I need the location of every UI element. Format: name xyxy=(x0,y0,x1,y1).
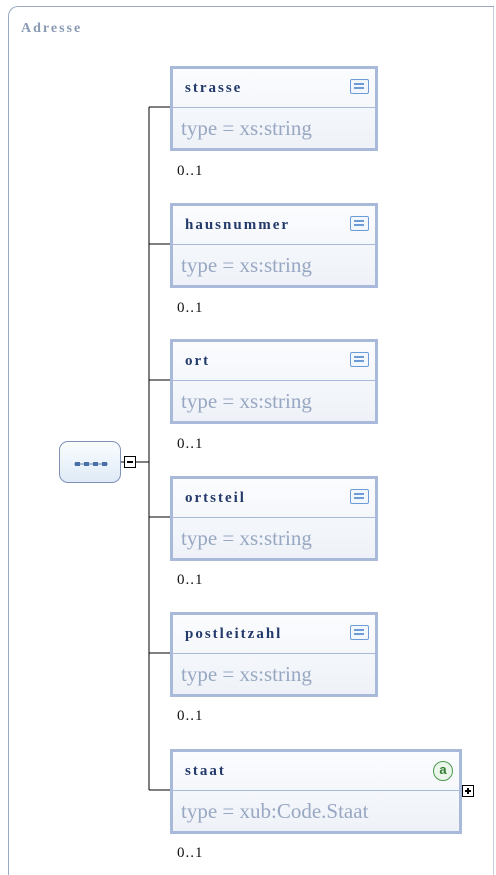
element-staat[interactable]: staat a type = xub:Code.Staat xyxy=(170,749,462,834)
element-name: hausnummer xyxy=(185,217,291,233)
cardinality-label: 0..1 xyxy=(177,708,204,724)
attribute-icon: a xyxy=(433,761,453,781)
cardinality-label: 0..1 xyxy=(177,163,204,179)
element-type: type = xs:string xyxy=(181,526,312,550)
element-name: ortsteil xyxy=(185,490,246,506)
element-header: staat a xyxy=(173,752,459,791)
minus-icon xyxy=(127,461,133,463)
element-type: type = xs:string xyxy=(181,389,312,413)
element-header: postleitzahl xyxy=(173,615,375,654)
element-postleitzahl[interactable]: postleitzahl type = xs:string xyxy=(170,612,378,697)
documentation-icon xyxy=(350,489,369,504)
documentation-icon xyxy=(350,216,369,231)
element-header: hausnummer xyxy=(173,206,375,245)
element-header: ortsteil xyxy=(173,479,375,518)
documentation-icon xyxy=(350,79,369,94)
element-ortsteil[interactable]: ortsteil type = xs:string xyxy=(170,476,378,561)
cardinality-label: 0..1 xyxy=(177,436,204,452)
documentation-icon xyxy=(350,352,369,367)
element-name: strasse xyxy=(185,80,243,96)
sequence-compositor-icon xyxy=(74,462,108,466)
element-header: ort xyxy=(173,342,375,381)
cardinality-label: 0..1 xyxy=(177,845,204,861)
collapse-sequence-button[interactable] xyxy=(124,456,136,468)
element-ort[interactable]: ort type = xs:string xyxy=(170,339,378,424)
sequence-compositor[interactable] xyxy=(59,441,121,483)
element-type: type = xub:Code.Staat xyxy=(181,799,369,823)
element-name: postleitzahl xyxy=(185,626,283,642)
cardinality-label: 0..1 xyxy=(177,572,204,588)
element-type: type = xs:string xyxy=(181,253,312,277)
element-strasse[interactable]: strasse type = xs:string xyxy=(170,66,378,151)
element-hausnummer[interactable]: hausnummer type = xs:string xyxy=(170,203,378,288)
element-name: staat xyxy=(185,763,226,779)
expand-staat-button[interactable] xyxy=(462,785,474,797)
element-name: ort xyxy=(185,353,211,369)
element-type: type = xs:string xyxy=(181,662,312,686)
documentation-icon xyxy=(350,625,369,640)
element-header: strasse xyxy=(173,69,375,108)
cardinality-label: 0..1 xyxy=(177,300,204,316)
element-type: type = xs:string xyxy=(181,116,312,140)
